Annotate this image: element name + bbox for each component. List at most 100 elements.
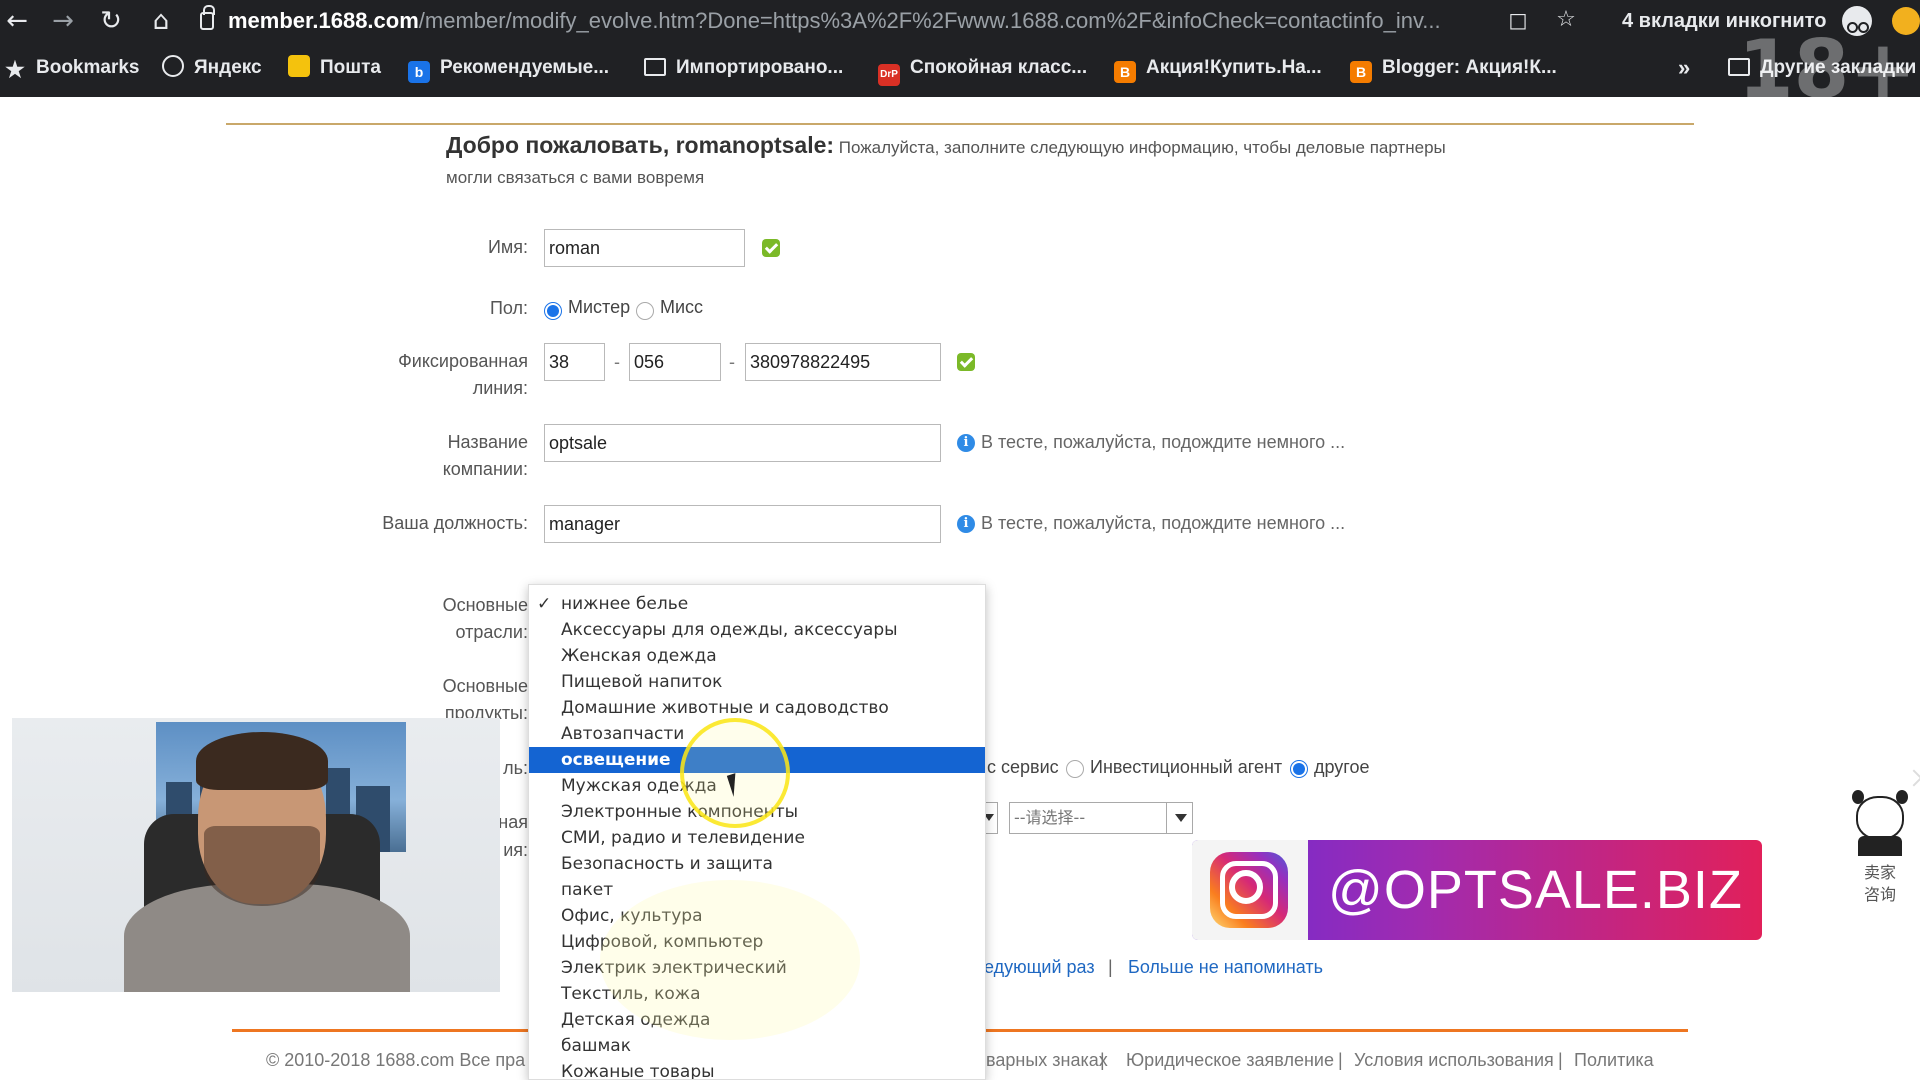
products-label: Основные продукты:: [442, 676, 528, 719]
phone-country-input[interactable]: [544, 343, 605, 381]
bookmark-star-icon[interactable]: ☆: [1552, 6, 1580, 34]
gender-label: Пол:: [489, 298, 528, 318]
bookmarks-bar: ★ Bookmarks Яндекс Пошта b Рекомендуемые..…: [0, 48, 1920, 88]
phone-label: Фиксированная линия:: [398, 351, 528, 398]
industry-label: Основные отрасли:: [442, 595, 528, 642]
never-remind-link[interactable]: Больше не напоминать: [1128, 957, 1323, 978]
dropdown-option[interactable]: Офис, культура: [529, 903, 985, 929]
mail-icon: [288, 55, 310, 77]
gender-mister-radio[interactable]: [544, 302, 562, 320]
bookmark-spokojnaya[interactable]: DrP Спокойная класс...: [878, 48, 1087, 88]
dropdown-option[interactable]: Детская одежда: [529, 1007, 985, 1033]
model-investment-radio[interactable]: [1066, 760, 1084, 778]
bookmark-label: Blogger: Акция!К...: [1382, 57, 1557, 78]
bookmark-label: Яндекс: [194, 57, 262, 78]
url-path: /member/modify_evolve.htm?Done=https%3A%…: [418, 8, 1441, 33]
instagram-banner: @OPTSALE.BIZ: [1192, 840, 1762, 940]
dropdown-option[interactable]: Кожаные товары: [529, 1059, 985, 1080]
drp-icon: DrP: [878, 64, 900, 86]
address-bar[interactable]: member.1688.com/member/modify_evolve.htm…: [200, 3, 1500, 39]
dropdown-option[interactable]: Текстиль, кожа: [529, 981, 985, 1007]
bookmark-imported[interactable]: Импортировано...: [644, 48, 843, 88]
remind-later-link[interactable]: едующий раз: [984, 957, 1095, 978]
footer-link-legal[interactable]: Юридическое заявление: [1126, 1050, 1334, 1071]
dropdown-option-label: Автозапчасти: [561, 724, 685, 744]
bookmark-akciya[interactable]: B Акция!Купить.На...: [1114, 48, 1322, 88]
gender-miss-label: Мисс: [660, 297, 704, 317]
industry-dropdown-list[interactable]: ✓ нижнее белье Аксессуары для одежды, акс…: [528, 584, 986, 1080]
bookmarks-overflow-icon[interactable]: »: [1678, 48, 1690, 88]
home-icon[interactable]: ⌂: [144, 4, 178, 38]
info-icon: i: [957, 434, 975, 452]
info-icon: i: [957, 515, 975, 533]
dropdown-option[interactable]: Домашние животные и садоводство: [529, 695, 985, 721]
blogger-icon: B: [1350, 61, 1372, 83]
dropdown-option[interactable]: СМИ, радио и телевидение: [529, 825, 985, 851]
seller-consult-mascot-icon[interactable]: [1848, 790, 1912, 856]
footer-separator: |: [1100, 1050, 1105, 1070]
seller-consult-label[interactable]: 卖家咨询: [1862, 862, 1898, 906]
dropdown-option-selected[interactable]: освещение: [529, 747, 985, 773]
footer-link-policy[interactable]: Политика: [1574, 1050, 1654, 1071]
dropdown-option-label: Офис, культура: [561, 906, 703, 926]
dropdown-option[interactable]: Мужская одежда: [529, 773, 985, 799]
dropdown-option[interactable]: ✓ нижнее белье: [529, 591, 985, 617]
dropdown-option[interactable]: пакет: [529, 877, 985, 903]
bookmark-blogger[interactable]: B Blogger: Акция!К...: [1350, 48, 1557, 88]
check-ok-icon: [957, 353, 975, 371]
dropdown-option-label: Кожаные товары: [561, 1062, 715, 1080]
webcam-overlay: [12, 718, 500, 992]
bookmark-poshta[interactable]: Пошта: [288, 48, 381, 88]
footer-link-terms[interactable]: Условия использования: [1354, 1050, 1554, 1071]
position-input[interactable]: [544, 505, 941, 543]
translate-icon[interactable]: □: [1504, 6, 1532, 34]
position-label: Ваша должность:: [382, 513, 528, 533]
dropdown-option-label: Женская одежда: [561, 646, 717, 666]
reload-icon[interactable]: ↻: [94, 4, 128, 38]
dropdown-option[interactable]: Безопасность и защита: [529, 851, 985, 877]
bookmark-label: Рекомендуемые...: [440, 57, 610, 78]
forward-arrow-icon[interactable]: →: [46, 4, 80, 38]
name-input[interactable]: [544, 229, 745, 267]
dropdown-option[interactable]: Автозапчасти: [529, 721, 985, 747]
bookmark-label: Пошта: [320, 57, 381, 78]
footer-link-trademark[interactable]: варных знаках: [986, 1050, 1108, 1071]
dropdown-option-label: освещение: [561, 750, 671, 770]
webcam-person-hair: [196, 732, 328, 790]
dropdown-option-label: башмак: [561, 1036, 631, 1056]
dropdown-option-label: Текстиль, кожа: [561, 984, 701, 1004]
lock-icon: [200, 5, 215, 30]
bookmark-label: Импортировано...: [676, 57, 844, 78]
phone-area-input[interactable]: [629, 343, 721, 381]
region-select-2[interactable]: --请选择--: [1009, 802, 1193, 834]
bookmark-recommended[interactable]: b Рекомендуемые...: [408, 48, 609, 88]
dropdown-option-label: Цифровой, компьютер: [561, 932, 764, 952]
dropdown-option-label: Детская одежда: [561, 1010, 711, 1030]
company-label: Название компании:: [442, 432, 528, 479]
dropdown-option-label: Аксессуары для одежды, аксессуары: [561, 620, 898, 640]
dropdown-option[interactable]: Электрик электрический: [529, 955, 985, 981]
model-other-radio[interactable]: [1290, 760, 1308, 778]
chevron-down-icon: [1166, 803, 1192, 833]
dropdown-option[interactable]: Пищевой напиток: [529, 669, 985, 695]
bookmark-bookmarks[interactable]: ★ Bookmarks: [4, 48, 139, 88]
dropdown-option[interactable]: Электронные компоненты: [529, 799, 985, 825]
back-arrow-icon[interactable]: ←: [0, 4, 34, 38]
welcome-title: Добро пожаловать, romanoptsale:: [446, 132, 835, 158]
age-watermark: 18+: [1738, 23, 1917, 116]
phone-number-input[interactable]: [745, 343, 941, 381]
dropdown-option[interactable]: Женская одежда: [529, 643, 985, 669]
footer-copyright: © 2010-2018 1688.com Все пра: [266, 1050, 526, 1070]
company-input[interactable]: [544, 424, 941, 462]
webcam-person-beard: [204, 826, 320, 906]
gender-miss-radio[interactable]: [636, 302, 654, 320]
dropdown-option[interactable]: Цифровой, компьютер: [529, 929, 985, 955]
reminder-separator: |: [1108, 957, 1113, 977]
gender-mister-label: Мистер: [568, 297, 631, 317]
company-hint: В тесте, пожалуйста, подождите немного .…: [981, 432, 1346, 452]
dropdown-option[interactable]: башмак: [529, 1033, 985, 1059]
bookmark-label: Спокойная класс...: [910, 57, 1088, 78]
dropdown-option[interactable]: Аксессуары для одежды, аксессуары: [529, 617, 985, 643]
bookmark-yandex[interactable]: Яндекс: [162, 48, 262, 88]
blogger-icon: B: [1114, 61, 1136, 83]
